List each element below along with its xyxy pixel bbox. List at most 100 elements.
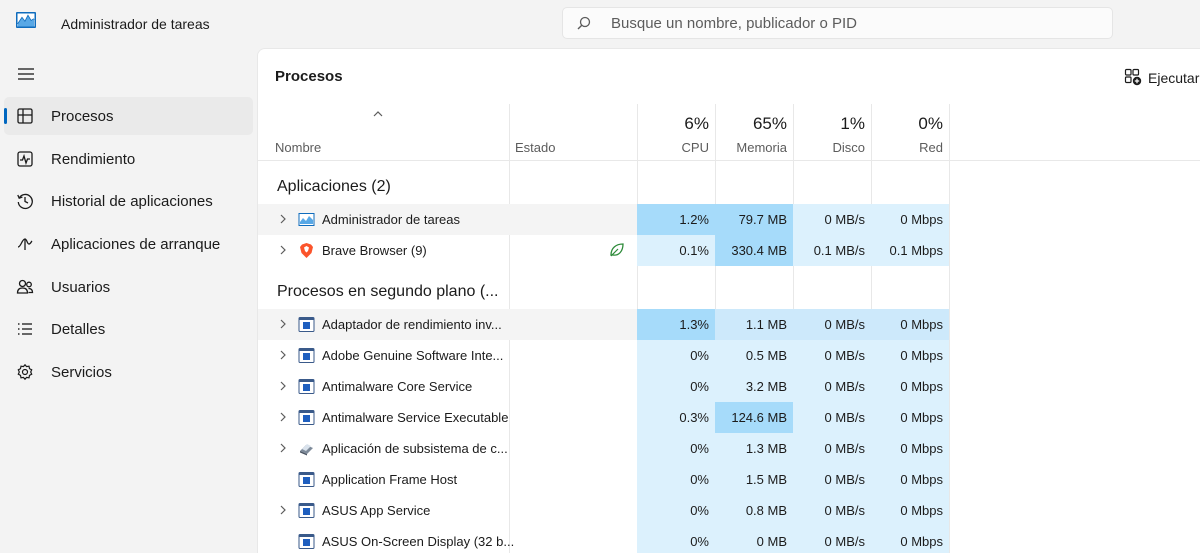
chevron-right-icon[interactable] [279, 350, 287, 360]
process-state-cell [509, 402, 637, 433]
taskmgr-icon [298, 211, 315, 228]
cpu-cell: 0% [637, 371, 715, 402]
process-name: ASUS On-Screen Display (32 b... [322, 534, 515, 549]
memory-cell: 1.3 MB [715, 433, 793, 464]
process-state-cell [509, 433, 637, 464]
chevron-right-icon[interactable] [279, 443, 287, 453]
process-row[interactable]: Brave Browser (9) 0.1% 330.4 MB 0.1 MB/s 0.1… [258, 235, 1200, 266]
group-header: Procesos en segundo plano (... [258, 266, 1200, 309]
sidebar-item-label: Rendimiento [51, 150, 136, 168]
title-bar: Administrador de tareas [0, 0, 1200, 48]
disk-cell: 0 MB/s [793, 340, 871, 371]
process-name-cell[interactable]: Aplicación de subsistema de c... [258, 433, 509, 464]
network-cell: 0 Mbps [871, 309, 949, 340]
print-spooler-icon [298, 440, 315, 457]
column-header-cpu[interactable]: 6% CPU [631, 114, 709, 155]
run-task-label: Ejecutar [1148, 70, 1200, 86]
sidebar-item-services[interactable]: Servicios [4, 353, 253, 391]
chevron-right-icon[interactable] [279, 505, 287, 515]
sidebar-item-processes[interactable]: Procesos [4, 97, 253, 135]
process-name-cell[interactable]: Antimalware Service Executable [258, 402, 509, 433]
cpu-cell: 1.2% [637, 204, 715, 235]
process-name-cell[interactable]: ASUS On-Screen Display (32 b... [258, 526, 514, 553]
run-new-task-button[interactable]: Ejecutar [1122, 63, 1200, 93]
process-state-cell [509, 309, 637, 340]
chevron-right-icon[interactable] [279, 245, 287, 255]
sidebar-item-users[interactable]: Usuarios [4, 268, 253, 306]
sidebar-item-label: Aplicaciones de arranque [51, 236, 221, 254]
search-box[interactable] [562, 7, 1113, 39]
chevron-right-icon[interactable] [279, 319, 287, 329]
network-cell: 0 Mbps [871, 402, 949, 433]
process-state-cell [509, 526, 637, 553]
disk-cell: 0 MB/s [793, 402, 871, 433]
process-name: Antimalware Service Executable [322, 410, 509, 425]
cpu-cell: 0.1% [637, 235, 715, 266]
sidebar-item-label: Procesos [51, 108, 114, 125]
process-row[interactable]: Application Frame Host 0% 1.5 MB 0 MB/s 0 Mb… [258, 464, 1200, 495]
network-cell: 0 Mbps [871, 204, 949, 235]
cpu-cell: 0% [637, 433, 715, 464]
cpu-cell: 0% [637, 526, 715, 553]
search-input[interactable] [611, 8, 1091, 38]
menu-icon[interactable] [16, 64, 36, 84]
sidebar-item-label: Servicios [51, 364, 112, 382]
cpu-cell: 0.3% [637, 402, 715, 433]
sidebar-nav: Procesos Rendimiento Historial de aplica… [4, 97, 253, 396]
chevron-right-icon[interactable] [279, 381, 287, 391]
process-name: Adobe Genuine Software Inte... [322, 348, 504, 363]
disk-total: 1% [840, 114, 865, 133]
process-row[interactable]: ASUS App Service 0% 0.8 MB 0 MB/s 0 Mbps [258, 495, 1200, 526]
sidebar-item-label: Detalles [51, 321, 106, 339]
memory-cell: 124.6 MB [715, 402, 793, 433]
sidebar-item-startup-apps[interactable]: Aplicaciones de arranque [4, 225, 253, 263]
performance-icon [17, 151, 33, 167]
disk-cell: 0 MB/s [793, 526, 871, 553]
users-icon [16, 279, 34, 294]
memory-cell: 0 MB [715, 526, 793, 553]
group-header: Aplicaciones (2) [258, 161, 1200, 204]
process-name-cell[interactable]: Application Frame Host [258, 464, 509, 495]
disk-cell: 0 MB/s [793, 204, 871, 235]
column-header-memory[interactable]: 65% Memoria [709, 114, 787, 155]
memory-cell: 3.2 MB [715, 371, 793, 402]
memory-cell: 0.8 MB [715, 495, 793, 526]
process-name-cell[interactable]: Adobe Genuine Software Inte... [258, 340, 509, 371]
sidebar-item-details[interactable]: Detalles [4, 310, 253, 348]
search-icon [577, 16, 591, 30]
process-name-cell[interactable]: Adaptador de rendimiento inv... [258, 309, 509, 340]
process-name-cell[interactable]: Brave Browser (9) [258, 235, 509, 266]
process-row[interactable]: Administrador de tareas 1.2% 79.7 MB 0 MB/s… [258, 204, 1200, 235]
network-cell: 0 Mbps [871, 526, 949, 553]
process-name-cell[interactable]: ASUS App Service [258, 495, 509, 526]
process-row[interactable]: Adaptador de rendimiento inv... 1.3% 1.1 M… [258, 309, 1200, 340]
process-state-cell [509, 371, 637, 402]
column-header-network[interactable]: 0% Red [865, 114, 943, 155]
process-name: Administrador de tareas [322, 212, 461, 227]
process-name-cell[interactable]: Antimalware Core Service [258, 371, 509, 402]
column-header-disk[interactable]: 1% Disco [787, 114, 865, 155]
memory-cell: 1.5 MB [715, 464, 793, 495]
sidebar-item-app-history[interactable]: Historial de aplicaciones [4, 182, 253, 220]
app-window-icon [298, 347, 315, 364]
process-row[interactable]: Antimalware Core Service 0% 3.2 MB 0 MB/s 0 … [258, 371, 1200, 402]
process-row[interactable]: Antimalware Service Executable 0.3% 124.6 … [258, 402, 1200, 433]
disk-cell: 0 MB/s [793, 433, 871, 464]
memory-cell: 79.7 MB [715, 204, 793, 235]
chevron-right-icon[interactable] [279, 214, 287, 224]
process-row[interactable]: Aplicación de subsistema de c... 0% 1.3 MB… [258, 433, 1200, 464]
network-cell: 0 Mbps [871, 464, 949, 495]
column-header-state[interactable]: Estado [515, 140, 555, 155]
network-cell: 0 Mbps [871, 340, 949, 371]
network-label: Red [919, 140, 943, 155]
process-name-cell[interactable]: Administrador de tareas [258, 204, 509, 235]
chevron-right-icon[interactable] [279, 412, 287, 422]
process-row[interactable]: ASUS On-Screen Display (32 b... 0% 0 MB 0 M… [258, 526, 1200, 553]
page-title: Procesos [275, 68, 343, 85]
sidebar-item-performance[interactable]: Rendimiento [4, 140, 253, 178]
services-icon [17, 364, 33, 381]
column-header-name[interactable]: Nombre [275, 140, 321, 155]
process-row[interactable]: Adobe Genuine Software Inte... 0% 0.5 MB 0 … [258, 340, 1200, 371]
cpu-cell: 0% [637, 464, 715, 495]
sidebar-item-label: Usuarios [51, 278, 111, 296]
